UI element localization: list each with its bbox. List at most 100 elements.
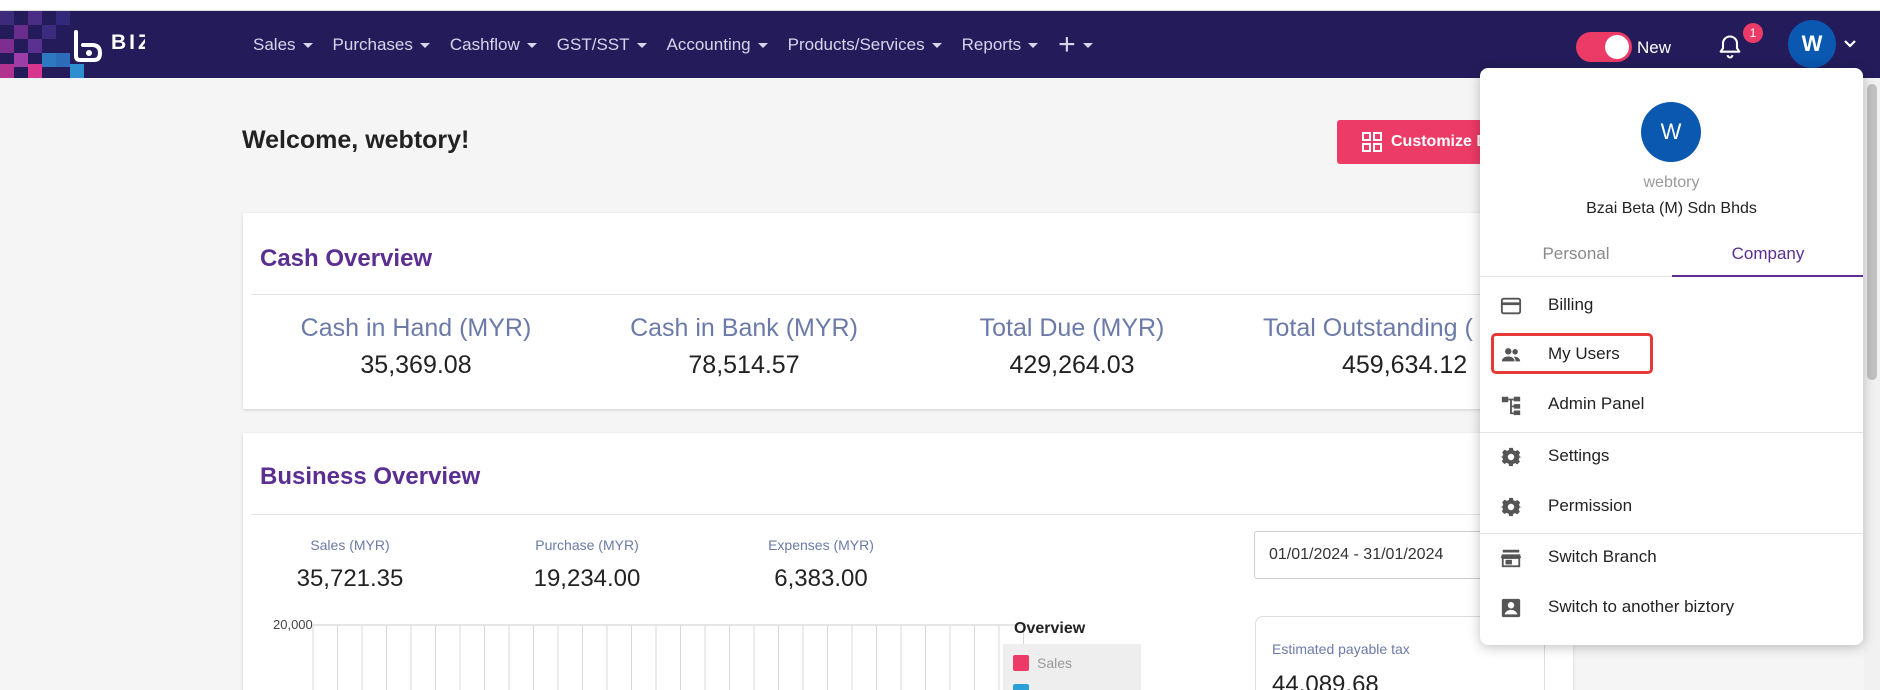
stat-value: 19,234.00	[533, 565, 641, 592]
menu-sales[interactable]: Sales	[253, 35, 313, 55]
divider	[251, 514, 1573, 515]
stat-label: Total Due (MYR)	[979, 314, 1165, 342]
credit-card-icon	[1500, 297, 1522, 315]
user-dropdown-menu: W webtory Bzai Beta (M) Sdn Bhds Persona…	[1480, 68, 1863, 645]
plus-icon: +	[1058, 27, 1076, 61]
cash-overview-card: Cash Overview Cash in Hand (MYR) 35,369.…	[243, 213, 1593, 409]
main-menu: Sales Purchases Cashflow GST/SST Account…	[253, 11, 1113, 78]
tab-personal[interactable]: Personal	[1480, 232, 1672, 277]
total-due-stat: Total Due (MYR) 429,264.03	[922, 314, 1222, 380]
caret-down-icon	[636, 43, 647, 48]
logo[interactable]: BIZTORY	[0, 11, 145, 78]
hierarchy-icon	[1501, 396, 1521, 416]
stat-value: 35,369.08	[360, 351, 472, 379]
cash-in-bank-stat: Cash in Bank (MYR) 78,514.57	[594, 314, 894, 380]
menu-item-billing[interactable]: Billing	[1480, 285, 1863, 325]
stat-value: 6,383.00	[774, 565, 868, 592]
menu-add[interactable]: +	[1058, 27, 1093, 61]
caret-down-icon	[1028, 43, 1039, 48]
menu-products-services[interactable]: Products/Services	[788, 35, 942, 55]
menu-item-label: Settings	[1548, 446, 1610, 465]
logo-text: BIZTORY	[111, 31, 145, 54]
tax-label: Estimated payable tax	[1272, 641, 1410, 657]
menu-divider	[1480, 533, 1863, 534]
stat-value: 429,264.03	[1009, 351, 1135, 379]
overview-chart: 20,000	[273, 617, 1029, 690]
new-ui-toggle[interactable]	[1576, 32, 1632, 62]
menu-item-label: Admin Panel	[1548, 394, 1645, 413]
dropdown-username: webtory	[1643, 174, 1700, 191]
menu-label: GST/SST	[556, 34, 630, 54]
stat-value: 78,514.57	[688, 351, 800, 379]
scrollbar-thumb[interactable]	[1867, 84, 1877, 380]
caret-down-icon	[931, 43, 942, 48]
chart-y-tick: 20,000	[273, 617, 313, 632]
stat-label: Cash in Hand (MYR)	[300, 314, 532, 342]
menu-item-label: Billing	[1548, 295, 1594, 314]
menu-item-label: Permission	[1548, 496, 1633, 515]
purchase-stat: Purchase (MYR) 19,234.00	[487, 537, 687, 593]
stat-label: Cash in Bank (MYR)	[630, 314, 858, 342]
menu-accounting[interactable]: Accounting	[667, 35, 768, 55]
menu-label: Products/Services	[787, 34, 925, 54]
legend-swatch-sales	[1013, 655, 1029, 671]
store-icon	[1500, 549, 1522, 568]
page-scrollbar[interactable]	[1864, 78, 1880, 690]
sales-stat: Sales (MYR) 35,721.35	[250, 537, 450, 593]
toggle-label: New	[1637, 38, 1672, 57]
stat-label: Purchase (MYR)	[535, 537, 639, 553]
toggle-knob	[1605, 35, 1629, 59]
menu-gst-sst[interactable]: GST/SST	[557, 35, 647, 55]
menu-label: Cashflow	[449, 34, 520, 54]
stat-label: Expenses (MYR)	[768, 537, 874, 553]
stat-label: Sales (MYR)	[310, 537, 390, 553]
tax-value: 44,089.68	[1272, 671, 1379, 690]
caret-down-icon	[302, 43, 313, 48]
account-box-icon	[1501, 598, 1521, 618]
stat-value: 35,721.35	[296, 565, 404, 592]
menu-item-label: Switch Branch	[1548, 547, 1657, 566]
menu-item-settings[interactable]: Settings	[1480, 436, 1863, 476]
menu-item-switch-branch[interactable]: Switch Branch	[1480, 537, 1863, 577]
menu-item-label: Switch to another biztory	[1548, 597, 1735, 616]
dropdown-avatar: W	[1641, 102, 1701, 162]
dropdown-company-name: Bzai Beta (M) Sdn Bhds	[1586, 200, 1757, 217]
chart-gridlines	[312, 625, 1024, 690]
legend-title: Overview	[1014, 620, 1086, 637]
menu-cashflow[interactable]: Cashflow	[450, 35, 537, 55]
business-overview-title: Business Overview	[260, 463, 481, 490]
customize-dashboard-button[interactable]: Customize D	[1337, 120, 1497, 164]
menu-reports[interactable]: Reports	[962, 35, 1039, 55]
expenses-stat: Expenses (MYR) 6,383.00	[721, 537, 921, 593]
menu-item-permission[interactable]: Permission	[1480, 486, 1863, 526]
page-title: Welcome, webtory!	[242, 126, 470, 154]
caret-down-icon	[757, 43, 768, 48]
caret-down-icon	[1082, 43, 1093, 48]
menu-item-admin-panel[interactable]: Admin Panel	[1480, 384, 1863, 424]
menu-item-switch-biztory[interactable]: Switch to another biztory	[1480, 587, 1863, 627]
caret-down-icon	[419, 43, 430, 48]
grid-icon	[1362, 132, 1382, 152]
business-overview-card: Business Overview Sales (MYR) 35,721.35 …	[243, 433, 1573, 690]
menu-purchases[interactable]: Purchases	[333, 35, 430, 55]
menu-label: Accounting	[666, 34, 751, 54]
my-users-highlight-box	[1491, 333, 1653, 374]
customize-label: Customize D	[1391, 133, 1488, 150]
gear-icon	[1500, 497, 1522, 517]
gear-icon	[1500, 447, 1522, 467]
divider	[251, 294, 1593, 295]
cash-in-hand-stat: Cash in Hand (MYR) 35,369.08	[266, 314, 566, 380]
caret-down-icon	[526, 43, 537, 48]
menu-label: Reports	[961, 34, 1022, 54]
tab-company[interactable]: Company	[1672, 232, 1863, 277]
notification-badge: 1	[1743, 23, 1763, 43]
menu-label: Purchases	[332, 34, 413, 54]
user-avatar-button[interactable]: W	[1788, 20, 1836, 68]
legend-label-sales[interactable]: Sales	[1037, 655, 1072, 671]
bell-icon[interactable]	[1716, 33, 1744, 61]
chevron-down-icon[interactable]	[1843, 37, 1857, 51]
biztory-logo-icon	[74, 30, 103, 62]
menu-divider	[1480, 432, 1863, 433]
legend-swatch-second	[1013, 684, 1029, 690]
chart-legend: Sales	[1003, 644, 1141, 690]
